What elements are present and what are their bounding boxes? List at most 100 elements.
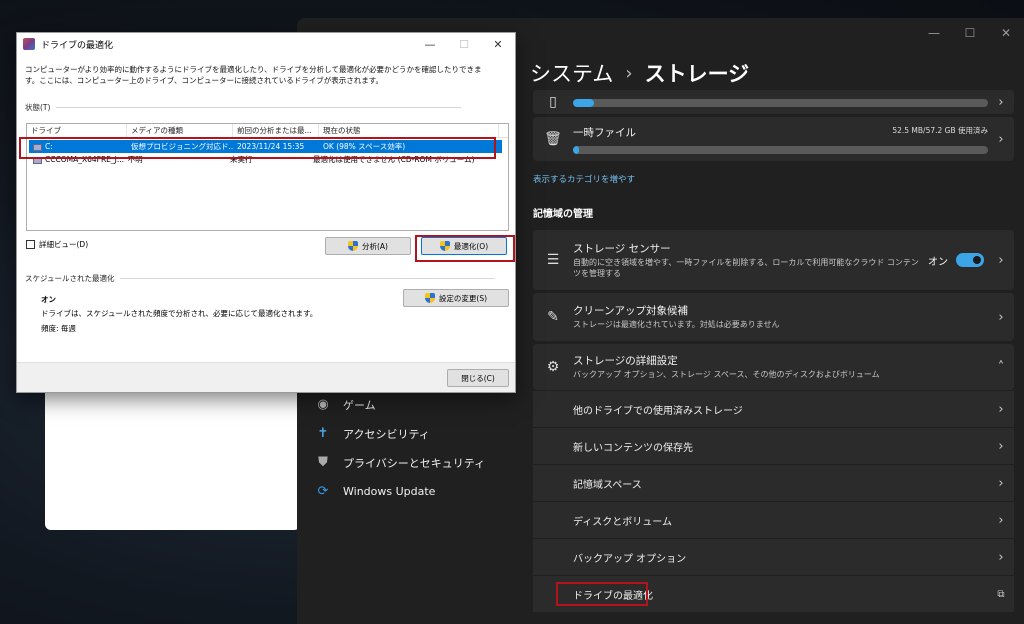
nav-item-windows-update[interactable]: ⟳ Windows Update bbox=[309, 477, 519, 506]
background-window bbox=[45, 380, 300, 530]
cleanup-recommendations-card[interactable]: ✎ クリーンアップ対象候補 ストレージは最適化されています。対処は必要ありません… bbox=[533, 293, 1014, 341]
minimize-icon[interactable]: — bbox=[916, 18, 952, 48]
chevron-right-icon: › bbox=[998, 549, 1004, 565]
broom-icon: ✎ bbox=[547, 309, 559, 325]
breadcrumb-separator: › bbox=[625, 62, 633, 84]
breadcrumb-current: ストレージ bbox=[644, 62, 750, 86]
temp-files-usage: 52.5 MB/57.2 GB 使用済み bbox=[892, 125, 988, 135]
window-controls: — ☐ ✕ bbox=[916, 18, 1024, 48]
checkbox-box[interactable] bbox=[26, 240, 35, 249]
subitem-label: バックアップ オプション bbox=[573, 553, 687, 565]
nav-item-label: アクセシビリティ bbox=[343, 427, 430, 441]
windows-update-icon: ⟳ bbox=[317, 484, 329, 499]
maximize-icon: ☐ bbox=[459, 37, 469, 51]
dialog-description: コンピューターがより効率的に動作するようにドライブを最適化したり、ドライブを分析… bbox=[25, 65, 482, 85]
accessibility-icon: ✝ bbox=[317, 426, 329, 441]
close-icon[interactable]: ✕ bbox=[988, 18, 1024, 48]
column-header-media[interactable]: メディアの種類 bbox=[127, 124, 233, 137]
analyze-button-label: 分析(A) bbox=[362, 241, 388, 251]
divider bbox=[120, 278, 496, 279]
external-link-icon: ⧉ bbox=[997, 588, 1005, 600]
storage-category-card[interactable]: ▯ › bbox=[533, 90, 1014, 114]
uac-shield-icon bbox=[348, 241, 358, 251]
usage-bar bbox=[573, 99, 988, 107]
change-settings-label: 設定の変更(S) bbox=[438, 293, 488, 303]
subitem-label: 他のドライブでの使用済みストレージ bbox=[573, 405, 743, 417]
close-button[interactable]: 閉じる(C) bbox=[447, 369, 509, 387]
dialog-title: ドライブの最適化 bbox=[41, 40, 114, 51]
subitem-label: 記憶域スペース bbox=[573, 479, 642, 491]
highlight-box bbox=[415, 235, 515, 262]
status-group-label: 状態(T) bbox=[25, 102, 462, 113]
show-more-categories-link[interactable]: 表示するカテゴリを増やす bbox=[533, 173, 1014, 195]
schedule-state: オン bbox=[41, 295, 56, 304]
maximize-icon[interactable]: ☐ bbox=[952, 18, 988, 48]
subitem-disks-volumes[interactable]: ディスクとボリューム › bbox=[533, 502, 1014, 538]
toggle-label: オン bbox=[928, 256, 948, 268]
divider bbox=[56, 107, 462, 108]
dialog-footer: 閉じる(C) bbox=[17, 362, 515, 392]
nav-item-label: プライバシーとセキュリティ bbox=[343, 456, 486, 470]
drive-icon: ▯ bbox=[549, 94, 557, 110]
list-header: ドライブ メディアの種類 前回の分析または最... 現在の状態 bbox=[27, 124, 508, 138]
subitem-save-location[interactable]: 新しいコンテンツの保存先 › bbox=[533, 428, 1014, 464]
cleanup-title: クリーンアップ対象候補 bbox=[573, 305, 688, 318]
temp-files-card[interactable]: 🗑 一時ファイル 52.5 MB/57.2 GB 使用済み › bbox=[533, 117, 1014, 161]
close-button-label: 閉じる(C) bbox=[461, 373, 495, 383]
chevron-right-icon: › bbox=[998, 131, 1004, 147]
chevron-right-icon: › bbox=[998, 309, 1004, 325]
chevron-right-icon: › bbox=[998, 475, 1004, 491]
advanced-storage-card[interactable]: ⚙ ストレージの詳細設定 バックアップ オプション、ストレージ スペース、その他… bbox=[533, 344, 1014, 390]
scheduled-label: スケジュールされた最適化 bbox=[25, 274, 115, 283]
gear-icon: ⚙ bbox=[546, 359, 560, 375]
page-title: システム › ストレージ bbox=[530, 58, 749, 88]
cleanup-subtitle: ストレージは最適化されています。対処は必要ありません bbox=[573, 320, 780, 330]
nav-item-accessibility[interactable]: ✝ アクセシビリティ bbox=[309, 419, 519, 448]
temp-usage-bar bbox=[573, 145, 988, 154]
advanced-title: ストレージの詳細設定 bbox=[573, 355, 678, 368]
temp-usage-bar-fill bbox=[573, 145, 580, 154]
subitem-other-drives[interactable]: 他のドライブでの使用済みストレージ › bbox=[533, 391, 1014, 427]
schedule-description: ドライブは、スケジュールされた頻度で分析され、必要に応じて最適化されます。 bbox=[41, 309, 318, 318]
subitem-label: ディスクとボリューム bbox=[573, 516, 672, 528]
checkbox-label: 詳細ビュー(D) bbox=[39, 240, 89, 249]
subitem-drive-optimization[interactable]: ドライブの最適化 ⧉ bbox=[533, 576, 1014, 612]
advanced-subtitle: バックアップ オプション、ストレージ スペース、その他のディスクおよびボリューム bbox=[573, 370, 880, 380]
temp-files-title: 一時ファイル bbox=[573, 126, 636, 139]
breadcrumb-parent[interactable]: システム bbox=[530, 58, 613, 88]
nav-item-privacy[interactable]: ⛊ プライバシーとセキュリティ bbox=[309, 448, 519, 477]
column-header-status[interactable]: 現在の状態 bbox=[319, 124, 499, 137]
subitem-storage-spaces[interactable]: 記憶域スペース › bbox=[533, 465, 1014, 501]
advanced-view-checkbox[interactable]: 詳細ビュー(D) bbox=[26, 239, 88, 250]
usage-bar-fill bbox=[573, 99, 594, 107]
nav-item-label: Windows Update bbox=[343, 485, 436, 498]
nav-item-label: ゲーム bbox=[343, 398, 376, 412]
chevron-right-icon: › bbox=[998, 512, 1004, 528]
gamepad-icon: ◉ bbox=[317, 397, 329, 412]
uac-shield-icon bbox=[424, 293, 435, 303]
subitem-backup-options[interactable]: バックアップ オプション › bbox=[533, 539, 1014, 575]
minimize-icon[interactable]: — bbox=[413, 38, 447, 51]
subitem-label: 新しいコンテンツの保存先 bbox=[573, 442, 693, 454]
defrag-app-icon bbox=[23, 38, 35, 50]
change-settings-button[interactable]: 設定の変更(S) bbox=[403, 289, 509, 307]
chevron-right-icon: › bbox=[998, 94, 1004, 110]
dialog-titlebar: ドライブの最適化 — ☐ ✕ bbox=[17, 33, 515, 55]
shield-icon: ⛊ bbox=[318, 455, 328, 470]
highlight-box bbox=[19, 137, 496, 159]
storage-content: ▯ › 🗑 一時ファイル 52.5 MB/57.2 GB 使用済み › 表示する… bbox=[533, 90, 1014, 613]
storage-sense-card[interactable]: ☰ ストレージ センサー 自動的に空き領域を増やす、一時ファイルを削除する、ロー… bbox=[533, 230, 1014, 290]
chevron-right-icon: › bbox=[998, 252, 1004, 268]
trash-icon: 🗑 bbox=[544, 131, 562, 147]
optimize-drives-dialog: ドライブの最適化 — ☐ ✕ コンピューターがより効率的に動作するようにドライブ… bbox=[16, 32, 516, 393]
storage-sense-toggle[interactable] bbox=[956, 253, 984, 267]
chevron-right-icon: › bbox=[998, 438, 1004, 454]
close-icon[interactable]: ✕ bbox=[481, 38, 515, 51]
analyze-button[interactable]: 分析(A) bbox=[325, 237, 411, 255]
chevron-up-icon: ˄ bbox=[997, 359, 1005, 375]
column-header-drive[interactable]: ドライブ bbox=[27, 124, 127, 137]
column-header-last-run[interactable]: 前回の分析または最... bbox=[233, 124, 319, 137]
storage-sense-icon: ☰ bbox=[546, 252, 560, 268]
nav-item-gaming[interactable]: ◉ ゲーム bbox=[309, 390, 519, 419]
scheduled-group-label: スケジュールされた最適化 bbox=[25, 273, 496, 284]
